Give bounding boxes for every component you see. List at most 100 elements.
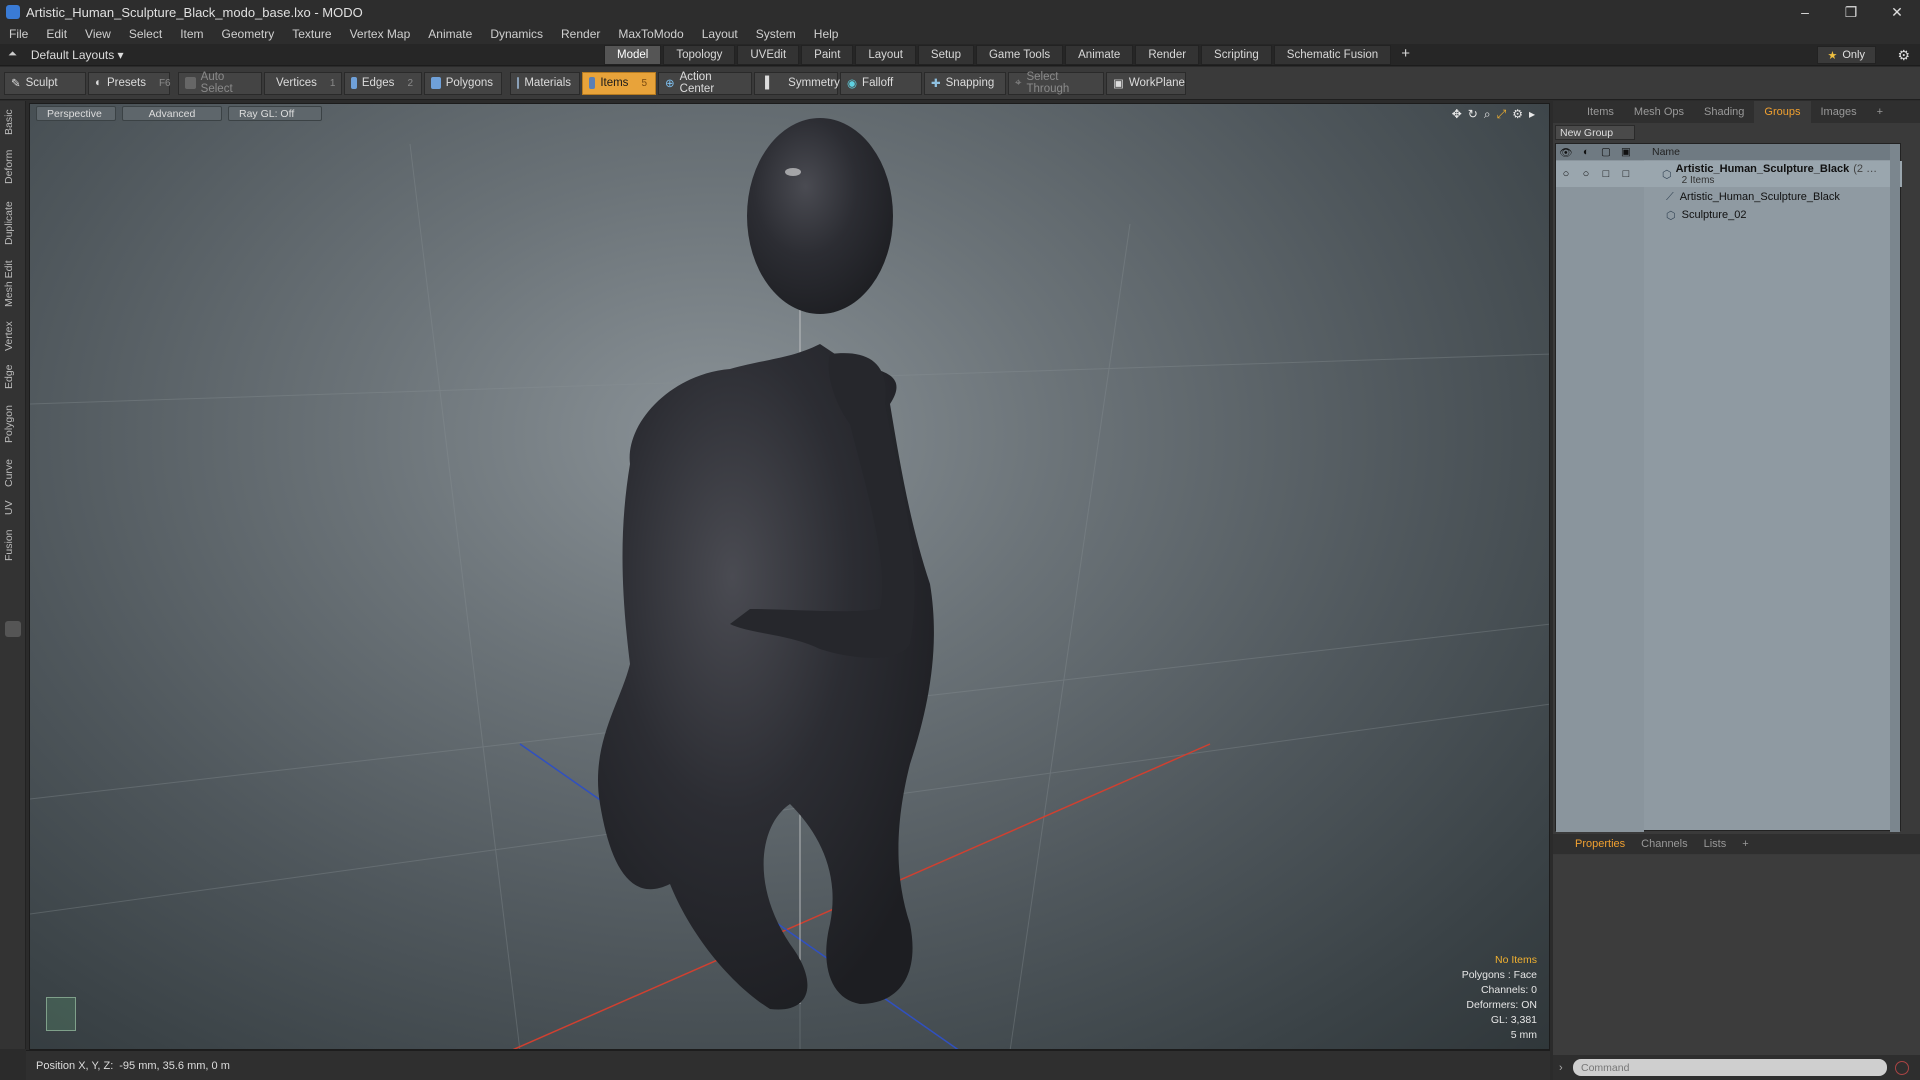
menu-help[interactable]: Help <box>805 27 848 41</box>
falloff-icon: ◉ <box>847 78 858 90</box>
tab-schematic-fusion[interactable]: Schematic Fusion <box>1273 45 1392 65</box>
vtab-basic[interactable]: Basic <box>3 105 23 139</box>
sculpt-button[interactable]: ✎ Sculpt <box>4 71 86 95</box>
select-icon[interactable]: ▣ <box>1616 146 1636 158</box>
groups-list[interactable]: 👁 ◐ ▢ ▣ Name ○ ○ □ □ ⬡ Artistic_Human_Sc… <box>1555 143 1902 832</box>
vtab-duplicate[interactable]: Duplicate <box>3 195 23 251</box>
collapse-icon[interactable]: ⏶ <box>8 48 17 61</box>
row-select-icon[interactable]: □ <box>1616 168 1636 180</box>
select-through-button[interactable]: ⌖ Select Through <box>1008 71 1104 95</box>
group-row[interactable]: ○ ○ □ □ ⬡ Artistic_Human_Sculpture_Black… <box>1556 161 1902 187</box>
menu-item[interactable]: Item <box>171 27 212 41</box>
menu-layout[interactable]: Layout <box>693 27 747 41</box>
vtab-vertex[interactable]: Vertex <box>3 317 23 355</box>
group-child-row[interactable]: ⬡ Sculpture_02 <box>1556 207 1902 223</box>
stat-channels: Channels: 0 <box>1480 984 1537 996</box>
vtab-uv[interactable]: UV <box>3 497 23 519</box>
tab-paint[interactable]: Paint <box>801 45 854 65</box>
row-lock-icon[interactable]: □ <box>1596 168 1616 180</box>
add-panel-tab-button[interactable]: + <box>1867 101 1893 123</box>
star-icon: ★ <box>1827 49 1838 62</box>
tab-groups[interactable]: Groups <box>1754 101 1811 123</box>
rotate-icon[interactable]: ↻ <box>1468 107 1478 122</box>
menu-dynamics[interactable]: Dynamics <box>481 27 552 41</box>
tab-animate[interactable]: Animate <box>1065 45 1134 65</box>
materials-button[interactable]: Materials <box>510 71 580 95</box>
tab-lists[interactable]: Lists <box>1696 838 1735 850</box>
polygons-button[interactable]: Polygons <box>424 71 502 95</box>
vtab-deform[interactable]: Deform <box>3 145 23 189</box>
groups-scrollbar[interactable] <box>1890 144 1900 832</box>
menu-system[interactable]: System <box>747 27 805 41</box>
tab-game-tools[interactable]: Game Tools <box>975 45 1064 65</box>
group-child-row[interactable]: ⟋ Artistic_Human_Sculpture_Black <box>1556 189 1902 205</box>
row-eye-icon[interactable]: ○ <box>1556 168 1576 180</box>
tab-model[interactable]: Model <box>604 45 662 65</box>
workplane-button[interactable]: ▣ WorkPlane <box>1106 71 1186 95</box>
command-history-icon[interactable] <box>1895 1060 1909 1075</box>
command-input[interactable]: Command <box>1573 1059 1887 1076</box>
snapping-button[interactable]: ✚ Snapping <box>924 71 1006 95</box>
palette-toggle-icon[interactable] <box>5 621 21 637</box>
close-button[interactable]: ✕ <box>1874 0 1920 24</box>
tab-scripting[interactable]: Scripting <box>1201 45 1272 65</box>
menu-render[interactable]: Render <box>552 27 609 41</box>
vtab-polygon[interactable]: Polygon <box>3 399 23 449</box>
vtab-edge[interactable]: Edge <box>3 361 23 393</box>
menu-file[interactable]: File <box>0 27 37 41</box>
vtab-mesh-edit[interactable]: Mesh Edit <box>3 257 23 311</box>
tab-uvedit[interactable]: UVEdit <box>737 45 800 65</box>
stat-scale: 5 mm <box>1510 1029 1537 1041</box>
zoom-icon[interactable]: ⌕ <box>1484 107 1491 122</box>
maximize-button[interactable]: ❐ <box>1828 0 1874 24</box>
tab-render[interactable]: Render <box>1135 45 1200 65</box>
layout-dropdown[interactable]: Default Layouts ▾ <box>31 48 124 62</box>
gear-icon[interactable]: ⚙ <box>1897 47 1910 64</box>
perspective-button[interactable]: Perspective <box>36 106 116 121</box>
falloff-button[interactable]: ◉ Falloff <box>840 71 922 95</box>
row-render-icon[interactable]: ○ <box>1576 168 1596 180</box>
tab-channels[interactable]: Channels <box>1633 838 1695 850</box>
action-center-button[interactable]: ⊕ Action Center <box>658 71 752 95</box>
symmetry-button[interactable]: ▐ Symmetry <box>754 71 840 95</box>
eye-icon[interactable]: 👁 <box>1556 146 1576 159</box>
menu-view[interactable]: View <box>76 27 120 41</box>
viewport-gear-icon[interactable]: ⚙ <box>1512 107 1523 122</box>
render-icon[interactable]: ◐ <box>1576 146 1596 158</box>
edges-button[interactable]: Edges 2 <box>344 71 422 95</box>
viewport-menu-arrow-icon[interactable]: ▸ <box>1529 107 1535 122</box>
tab-layout[interactable]: Layout <box>855 45 916 65</box>
lock-icon[interactable]: ▢ <box>1596 146 1616 158</box>
raygl-button[interactable]: Ray GL: Off <box>228 106 322 121</box>
only-button[interactable]: ★ Only <box>1816 46 1876 64</box>
auto-select-button[interactable]: Auto Select <box>178 71 262 95</box>
add-tab-button[interactable]: + <box>1393 45 1418 65</box>
menu-texture[interactable]: Texture <box>283 27 340 41</box>
3d-viewport[interactable]: Perspective Advanced Ray GL: Off ✥ ↻ ⌕ ⤢… <box>29 103 1550 1050</box>
menu-vertex-map[interactable]: Vertex Map <box>341 27 420 41</box>
name-column-header[interactable]: Name <box>1652 146 1680 158</box>
minimize-button[interactable]: – <box>1782 0 1828 24</box>
fit-icon[interactable]: ⤢ <box>1497 107 1507 122</box>
tab-mesh-ops[interactable]: Mesh Ops <box>1624 101 1694 123</box>
presets-button[interactable]: ◐ Presets F6 <box>88 71 171 95</box>
shading-button[interactable]: Advanced <box>122 106 222 121</box>
menu-select[interactable]: Select <box>120 27 171 41</box>
items-button[interactable]: Items 5 <box>582 71 656 95</box>
vertices-button[interactable]: Vertices 1 <box>264 71 342 95</box>
vtab-fusion[interactable]: Fusion <box>3 525 23 565</box>
pan-icon[interactable]: ✥ <box>1452 107 1462 122</box>
tab-shading[interactable]: Shading <box>1694 101 1754 123</box>
menu-maxtomodo[interactable]: MaxToModo <box>609 27 692 41</box>
menu-animate[interactable]: Animate <box>419 27 481 41</box>
menu-edit[interactable]: Edit <box>37 27 76 41</box>
tab-images[interactable]: Images <box>1811 101 1867 123</box>
tab-properties[interactable]: Properties <box>1567 838 1633 850</box>
vtab-curve[interactable]: Curve <box>3 455 23 491</box>
new-group-button[interactable]: New Group <box>1555 125 1635 140</box>
menu-geometry[interactable]: Geometry <box>213 27 284 41</box>
add-bottom-tab-button[interactable]: + <box>1734 838 1756 850</box>
tab-items[interactable]: Items <box>1577 101 1624 123</box>
tab-setup[interactable]: Setup <box>917 45 974 65</box>
tab-topology[interactable]: Topology <box>663 45 736 65</box>
